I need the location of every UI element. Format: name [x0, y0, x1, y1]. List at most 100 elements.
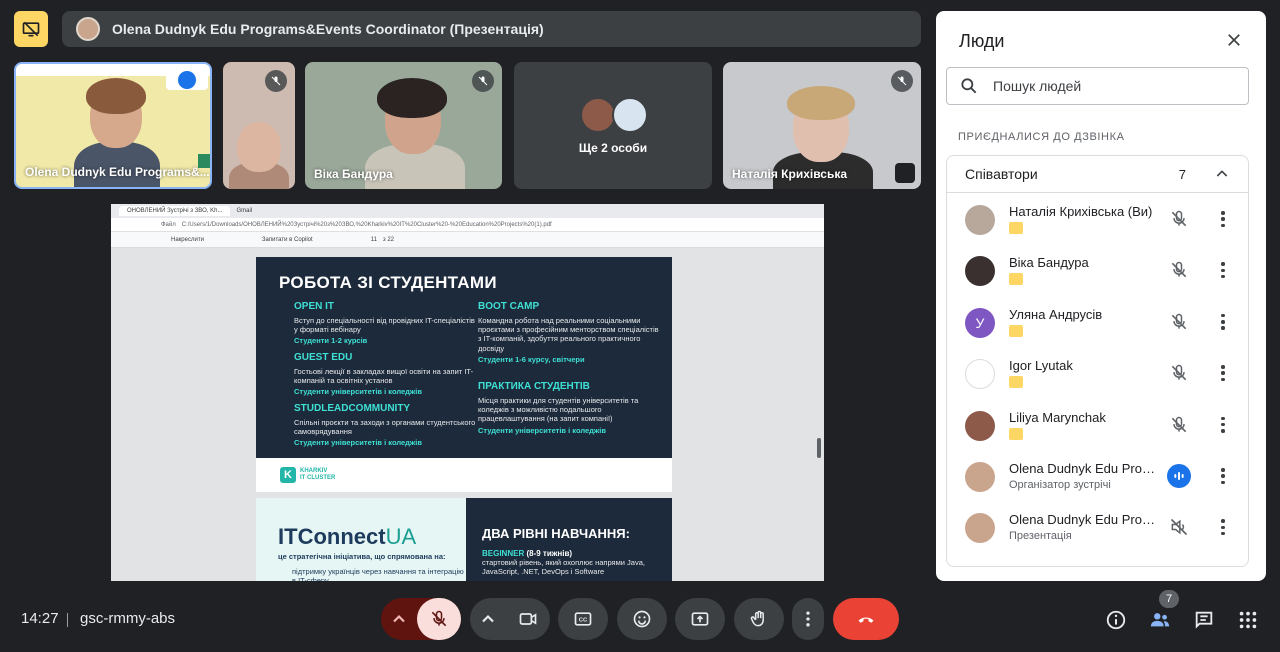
participant-more-button[interactable] [1221, 519, 1225, 536]
participant-row[interactable]: Igor Lyutak [947, 348, 1250, 399]
apps-grid-icon [1239, 611, 1257, 629]
participant-tile-presenter[interactable]: Olena Dudnyk Edu Programs&... [14, 62, 212, 189]
presentation-title: Olena Dudnyk Edu Programs&Events Coordin… [112, 21, 544, 37]
people-button[interactable] [1146, 606, 1174, 634]
info-icon [1106, 610, 1126, 630]
participant-row[interactable]: Liliya Marynchak [947, 400, 1250, 451]
close-panel-button[interactable] [1224, 30, 1244, 50]
participant-row[interactable]: Віка Бандура [947, 245, 1250, 296]
coauthor-badge-icon [1009, 222, 1023, 234]
slide-section: STUDLEADCOMMUNITY Спільні проєкти та зах… [294, 403, 479, 448]
participant-name: Liliya Marynchak [1009, 409, 1106, 425]
participant-row[interactable]: Olena Dudnyk Edu Prog... Організатор зуст… [947, 451, 1250, 502]
pdf-viewer: РОБОТА ЗІ СТУДЕНТАМИ OPEN IT Вступ до сп… [111, 248, 824, 581]
pdf-toolbar: Накреслити Запитати в Copilot 11 з 22 [111, 232, 824, 248]
present-off-icon [22, 21, 40, 37]
participant-more-button[interactable] [1221, 313, 1225, 330]
more-vert-icon [806, 611, 810, 627]
participant-mic-status [1169, 363, 1189, 383]
participant-more-button[interactable] [1221, 416, 1225, 433]
section-audience: Студенти 1-2 курсів [294, 336, 368, 346]
participant-tile[interactable] [223, 62, 295, 189]
section-text: Вступ до спеціальності від провідних IT-… [294, 315, 475, 334]
participant-tile-vika[interactable]: Віка Бандура [305, 62, 502, 189]
raise-hand-button[interactable] [734, 598, 784, 640]
activities-button[interactable] [1234, 606, 1262, 634]
avatar [580, 97, 616, 133]
mic-off-icon [1171, 313, 1187, 330]
camera-toggle-button[interactable] [506, 598, 550, 640]
participant-mic-status [1169, 209, 1189, 229]
section-audience: Студенти університетів і коледжів [294, 387, 422, 397]
svg-text:CC: CC [579, 618, 588, 624]
participant-tile-self[interactable]: Наталія Крихівська [723, 62, 921, 189]
people-search[interactable] [946, 67, 1249, 105]
more-options-button[interactable] [792, 598, 824, 640]
participant-row[interactable]: Olena Dudnyk Edu Prog... Презентація [947, 502, 1250, 553]
search-icon [961, 78, 977, 94]
tile-name: Olena Dudnyk Edu Programs&... [25, 165, 210, 179]
present-screen-button[interactable] [675, 598, 725, 640]
mic-off-icon [472, 70, 494, 92]
mic-off-icon [265, 70, 287, 92]
section-text: Місця практики для студентів університет… [478, 395, 639, 424]
participant-row[interactable]: Наталія Крихівська (Ви) [947, 194, 1250, 245]
section-text: Командна робота над реальними соціальним… [478, 315, 659, 353]
pip-icon[interactable] [895, 163, 915, 183]
search-input[interactable] [993, 78, 1223, 94]
coauthor-badge-icon [1009, 324, 1023, 337]
brand-part: UA [385, 524, 417, 549]
slide-left: ITConnectUA це стратегічна ініціатива, щ… [256, 498, 466, 581]
browser-tab: Gmail [236, 208, 253, 214]
participant-name: Наталія Крихівська (Ви) [1009, 204, 1153, 219]
presenting-indicator[interactable] [14, 11, 48, 47]
present-to-all-icon [691, 612, 709, 626]
participant-mic-status [1169, 260, 1189, 280]
participant-more-button[interactable] [1221, 365, 1225, 382]
kharkiv-it-cluster-logo: K [280, 467, 296, 483]
section-text: Гостьові лекції в закладах вищої освіти … [294, 366, 474, 385]
reactions-button[interactable] [617, 598, 667, 640]
section-heading: ПРАКТИКА СТУДЕНТІВ [478, 381, 590, 392]
slide-section: ПРАКТИКА СТУДЕНТІВ Місця практики для ст… [478, 381, 663, 435]
participant-tile-more[interactable]: Ще 2 особи [514, 62, 712, 189]
chevron-up-icon[interactable] [1214, 166, 1230, 182]
section-audience: Студенти 1-6 курсу, світчери [478, 355, 585, 364]
more-participants-avatars [580, 97, 648, 133]
slide-section: OPEN IT Вступ до спеціальності від прові… [294, 301, 479, 346]
divider [67, 613, 68, 627]
group-header[interactable]: Співавтори [947, 156, 1248, 193]
participant-more-button[interactable] [1221, 262, 1225, 279]
participant-more-button[interactable] [1221, 468, 1225, 484]
section-heading: BOOT CAMP [478, 301, 540, 312]
people-panel: Люди ПРИЄДНАЛИСЯ ДО ДЗВІНКА Співавтори 7… [936, 11, 1266, 581]
leave-call-button[interactable] [833, 598, 899, 640]
pdf-scrollbar [817, 438, 821, 458]
slide-right: ДВА РІВНІ НАВЧАННЯ: BEGINNER (8-9 тижнів… [466, 498, 672, 581]
pdf-page-total: з 22 [382, 236, 394, 243]
slide-bullet: підтримку українців через навчання та ін… [292, 567, 464, 581]
mic-toggle-button[interactable] [417, 598, 461, 640]
participant-mic-status [1169, 517, 1189, 537]
captions-button[interactable]: CC [558, 598, 608, 640]
mic-off-icon [1171, 262, 1187, 278]
section-label: ПРИЄДНАЛИСЯ ДО ДЗВІНКА [958, 131, 1125, 143]
url-prefix: Файл [161, 221, 176, 228]
chat-button[interactable] [1190, 606, 1218, 634]
participant-more-button[interactable] [1221, 211, 1225, 227]
meeting-details-button[interactable] [1102, 606, 1130, 634]
mic-options-button[interactable] [381, 598, 417, 640]
mic-off-icon [1171, 416, 1187, 432]
avatar: У [965, 307, 995, 338]
participant-row[interactable]: У Уляна Андрусів [947, 297, 1250, 348]
level-weeks: (8-9 тижнів) [526, 549, 573, 558]
participant-name: Віка Бандура [1009, 255, 1089, 271]
closed-captions-icon: CC [574, 612, 592, 626]
section-audience: Студенти університетів і коледжів [294, 438, 422, 448]
section-heading: OPEN IT [294, 301, 335, 312]
url-text: C:/Users/1/Downloads/ОНОВЛЕНИЙ%20Зустріч… [181, 221, 552, 228]
mic-control-group [381, 598, 461, 640]
brand-part: IT [278, 524, 298, 549]
chevron-up-icon [482, 614, 494, 623]
camera-options-button[interactable] [470, 598, 506, 640]
